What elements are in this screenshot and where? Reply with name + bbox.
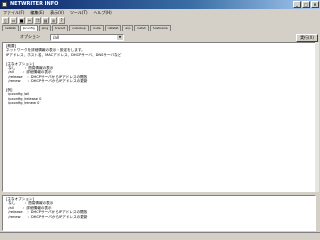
- new-icon[interactable]: ▯: [2, 17, 9, 24]
- run-button[interactable]: 実行(X): [296, 34, 318, 42]
- option-combobox[interactable]: /all ▼: [50, 34, 124, 41]
- tab-netsh[interactable]: netsh: [134, 25, 149, 31]
- cut-icon[interactable]: ✂: [26, 17, 33, 24]
- output-line: ipconfig /renew 0: [6, 101, 40, 106]
- option-value: /all: [53, 35, 60, 40]
- save-icon[interactable]: ■: [18, 17, 25, 24]
- menu-edit[interactable]: 編集(E): [27, 9, 47, 16]
- status-bar: [0, 232, 320, 240]
- window-title: NETWRITER INFO: [10, 1, 59, 7]
- help-icon[interactable]: ?: [58, 17, 65, 24]
- maximize-button[interactable]: □: [302, 1, 310, 8]
- menu-tools[interactable]: ツール(T): [67, 9, 91, 16]
- tab-nbtstat[interactable]: nbtstat: [104, 25, 122, 31]
- tab-netstat[interactable]: netstat: [2, 25, 19, 31]
- tab-ipconfig[interactable]: ipconfig: [19, 25, 38, 31]
- chevron-down-icon[interactable]: ▼: [117, 35, 123, 40]
- tab-hostname[interactable]: hostname: [149, 25, 171, 31]
- tab-arp[interactable]: arp: [122, 25, 134, 31]
- tab-tracert[interactable]: tracert: [52, 25, 69, 31]
- menu-bar: ファイル(F) 編集(E) 表示(V) ツール(T) ヘルプ(H): [0, 9, 320, 16]
- copy-icon[interactable]: ❐: [34, 17, 41, 24]
- tab-ping[interactable]: ping: [38, 25, 52, 31]
- tab-nslookup[interactable]: nslookup: [69, 25, 89, 31]
- options-summary-pane[interactable]: [主なオプション] なし ：簡易情報の表示 /all ：詳細情報の表示 /rel…: [2, 195, 316, 231]
- title-bar: NETWRITER INFO _ □ ×: [0, 0, 320, 9]
- menu-view[interactable]: 表示(V): [47, 9, 67, 16]
- app-icon: [2, 2, 7, 7]
- tab-route[interactable]: route: [89, 25, 104, 31]
- summary-line: /renew ：DHCPサーバからIPアドレスの更新: [6, 214, 88, 219]
- option-row: オプション /all ▼ 実行(X): [0, 32, 320, 42]
- paste-icon[interactable]: ▤: [42, 17, 49, 24]
- minimize-button[interactable]: _: [293, 1, 301, 8]
- menu-help[interactable]: ヘルプ(H): [91, 9, 115, 16]
- help-text-area[interactable]: [概要] ネットワークを詳細情報の表示・設定をします。 IPアドレス、ホスト名、…: [2, 42, 316, 192]
- close-button[interactable]: ×: [311, 1, 319, 8]
- open-icon[interactable]: ▭: [10, 17, 17, 24]
- find-icon[interactable]: ◎: [50, 17, 57, 24]
- vertical-scrollbar[interactable]: [315, 42, 319, 192]
- toolbar: ▯ ▭ ■ ✂ ❐ ▤ ◎ ?: [0, 16, 320, 25]
- command-tabs: netstat ipconfig ping tracert nslookup r…: [0, 25, 320, 31]
- option-label: オプション: [20, 34, 40, 39]
- window-controls: _ □ ×: [293, 1, 319, 8]
- menu-file[interactable]: ファイル(F): [0, 9, 27, 16]
